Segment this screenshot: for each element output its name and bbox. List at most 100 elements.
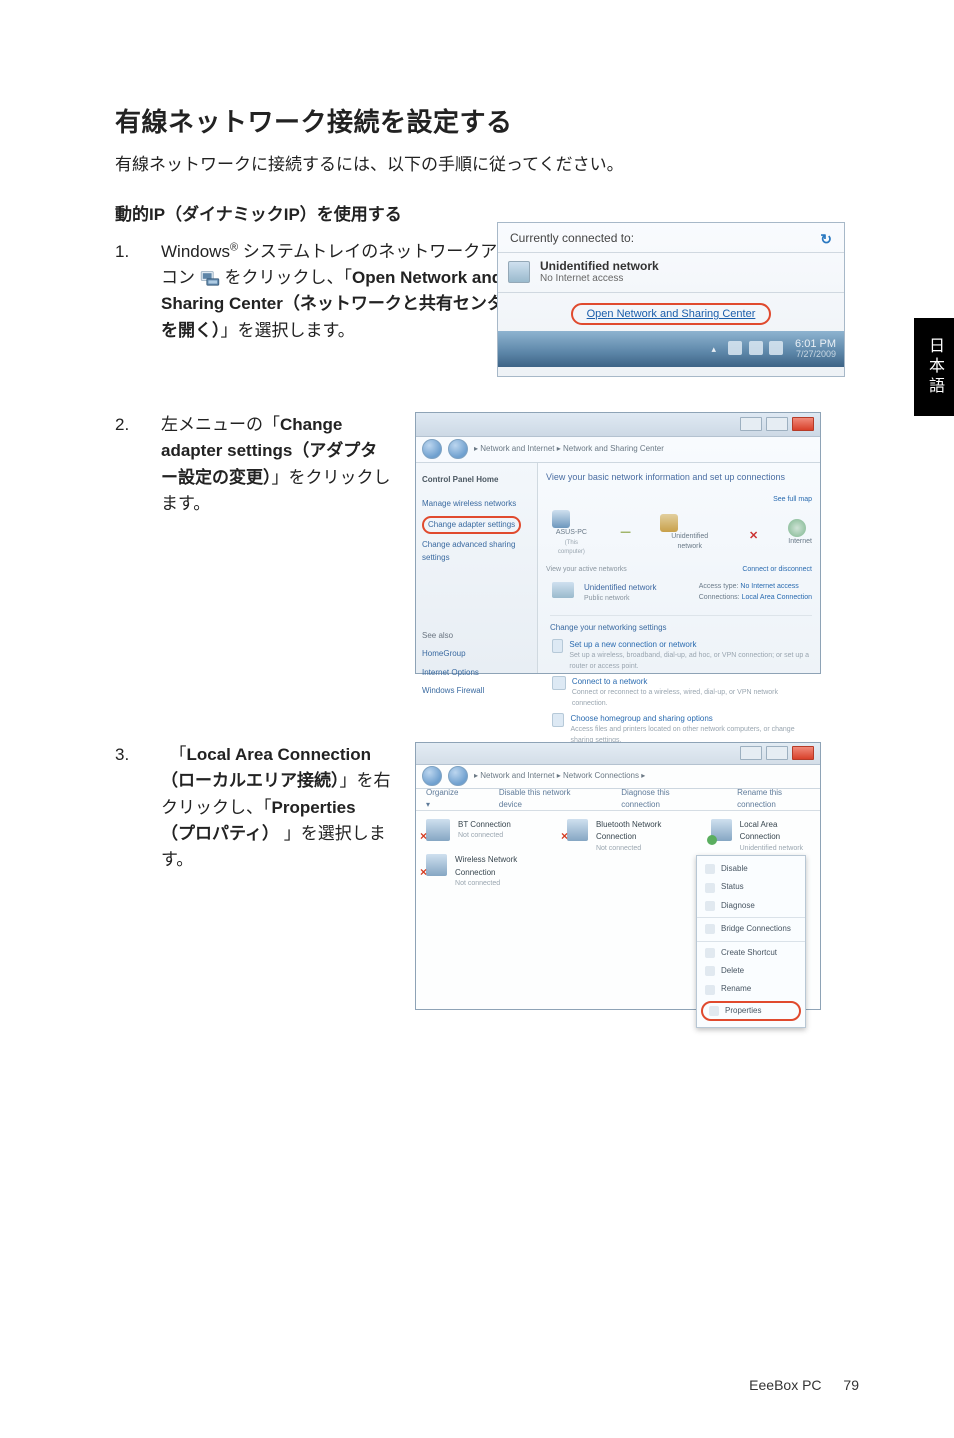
sidebar-advanced-sharing[interactable]: Change advanced sharing settings <box>422 536 531 567</box>
sidebar: Control Panel Home Manage wireless netwo… <box>416 463 538 673</box>
tray-flag-icon[interactable] <box>728 341 742 355</box>
nav-back-button[interactable] <box>422 766 442 786</box>
adapter-name: Local Area Connection <box>740 819 810 844</box>
minimize-button[interactable] <box>740 746 762 760</box>
menu-icon <box>705 901 715 911</box>
menu-diagnose[interactable]: Diagnose <box>697 897 805 915</box>
sidebar-windows-firewall[interactable]: Windows Firewall <box>422 682 531 700</box>
nav-forward-button[interactable] <box>448 439 468 459</box>
menu-disable[interactable]: Disable <box>697 860 805 878</box>
s1-post2: をクリックし、「 <box>220 268 352 287</box>
breadcrumb-3[interactable]: ▸ Network and Internet ▸ Network Connect… <box>474 770 814 782</box>
toolbar-disable[interactable]: Disable this network device <box>499 787 581 812</box>
disconnected-icon: ✕ <box>749 528 758 538</box>
menu-icon <box>705 948 715 958</box>
active-network-row: Unidentified network Public network Acce… <box>552 582 812 605</box>
sidebar-change-adapter[interactable]: Change adapter settings <box>428 520 515 529</box>
tray-clock[interactable]: 6:01 PM 7/27/2009 <box>795 338 836 360</box>
connection-bt-network[interactable]: Bluetooth Network ConnectionNot connecte… <box>567 819 691 855</box>
page-heading: 有線ネットワーク接続を設定する <box>115 105 859 140</box>
minimize-button[interactable] <box>740 417 762 431</box>
panel-title: View your basic network information and … <box>546 471 812 485</box>
s1-tail: 」を選択します。 <box>221 321 355 340</box>
task-desc: Connect or reconnect to a wireless, wire… <box>572 688 812 710</box>
sidebar-homegroup[interactable]: HomeGroup <box>422 645 531 663</box>
sidebar-manage-wireless[interactable]: Manage wireless networks <box>422 495 531 513</box>
adapter-status: Unidentified network <box>740 844 810 855</box>
network-subtext: No Internet access <box>540 273 659 284</box>
network-node-icon <box>660 514 678 532</box>
connections-area: BT ConnectionNot connected Wireless Netw… <box>416 811 820 898</box>
footer-page-number: 79 <box>843 1377 859 1393</box>
tray-chevron-icon[interactable]: ▴ <box>711 344 716 355</box>
menu-delete[interactable]: Delete <box>697 962 805 980</box>
subheading: 動的IP（ダイナミックIP）を使用する <box>115 200 859 225</box>
red-highlight-oval: Open Network and Sharing Center <box>571 303 772 325</box>
internet-icon <box>788 519 806 537</box>
step-3: 3. 「Local Area Connection（ローカルエリア接続）」を右ク… <box>115 742 859 1010</box>
nav-back-button[interactable] <box>422 439 442 459</box>
sidebar-see-also: See also <box>422 627 531 645</box>
network-name: Unidentified network <box>540 259 659 273</box>
connections-value[interactable]: Local Area Connection <box>742 594 812 601</box>
menu-status[interactable]: Status <box>697 878 805 896</box>
s3-pre: 「 <box>161 745 187 764</box>
registered-mark: ® <box>230 241 238 253</box>
window-titlebar <box>416 413 820 437</box>
connection-wireless[interactable]: Wireless Network ConnectionNot connected <box>426 854 547 890</box>
tray-volume-icon[interactable] <box>769 341 783 355</box>
task-setup-connection[interactable]: Set up a new connection or networkSet up… <box>552 639 812 673</box>
step-2-number: 2. <box>115 412 137 674</box>
adapter-name: Wireless Network Connection <box>455 854 547 879</box>
toolbar-organize[interactable]: Organize ▾ <box>426 787 459 812</box>
system-tray: ▴ 6:01 PM 7/27/2009 <box>498 331 844 367</box>
flyout-header: Currently connected to: ↻ <box>498 223 844 253</box>
step-1-number: 1. <box>115 239 137 344</box>
computer-icon <box>552 510 570 528</box>
computer-sublabel: (This computer) <box>552 539 591 558</box>
task-connect-network[interactable]: Connect to a networkConnect or reconnect… <box>552 676 812 710</box>
adapter-name: Bluetooth Network Connection <box>596 819 691 844</box>
flyout-network-row: Unidentified network No Internet access <box>498 253 844 293</box>
network-icon <box>508 261 530 283</box>
task-title: Choose homegroup and sharing options <box>570 713 812 725</box>
connection-local-area[interactable]: Local Area ConnectionUnidentified networ… <box>711 819 810 855</box>
main-panel: View your basic network information and … <box>538 463 820 673</box>
adapter-name: BT Connection <box>458 819 511 831</box>
tray-network-icon[interactable] <box>749 341 763 355</box>
maximize-button[interactable] <box>766 417 788 431</box>
open-network-sharing-link[interactable]: Open Network and Sharing Center <box>587 308 756 320</box>
tray-icons <box>726 341 785 357</box>
view-active-label: View your active networks <box>546 565 627 576</box>
sidebar-internet-options[interactable]: Internet Options <box>422 664 531 682</box>
network-map-row: ASUS-PC (This computer) ━━ Unidentified … <box>552 510 812 557</box>
menu-bridge[interactable]: Bridge Connections <box>697 917 805 938</box>
task-icon <box>552 713 564 727</box>
connect-disconnect-link[interactable]: Connect or disconnect <box>742 565 812 576</box>
sidebar-home[interactable]: Control Panel Home <box>422 471 531 489</box>
connection-bt[interactable]: BT ConnectionNot connected <box>426 819 547 842</box>
menu-properties[interactable]: Properties <box>701 1001 801 1021</box>
network-node-label: Unidentified network <box>660 532 719 554</box>
see-full-map-link[interactable]: See full map <box>773 496 812 503</box>
menu-shortcut[interactable]: Create Shortcut <box>697 941 805 962</box>
refresh-icon[interactable]: ↻ <box>820 231 832 248</box>
menu-rename[interactable]: Rename <box>697 980 805 998</box>
adapter-icon <box>426 854 447 876</box>
access-label: Access type: <box>699 583 739 590</box>
menu-icon <box>705 883 715 893</box>
task-desc: Set up a wireless, broadband, dial-up, a… <box>569 651 812 673</box>
close-button[interactable] <box>792 417 814 431</box>
maximize-button[interactable] <box>766 746 788 760</box>
screenshot-network-connections: ▸ Network and Internet ▸ Network Connect… <box>415 742 821 1010</box>
red-highlight-oval-2: Change adapter settings <box>422 516 521 534</box>
computer-label: ASUS-PC <box>552 528 591 539</box>
step-3-number: 3. <box>115 742 137 1010</box>
breadcrumb[interactable]: ▸ Network and Internet ▸ Network and Sha… <box>474 443 814 455</box>
toolbar-rename[interactable]: Rename this connection <box>737 787 810 812</box>
menu-icon <box>705 966 715 976</box>
task-title: Connect to a network <box>572 676 812 688</box>
close-button[interactable] <box>792 746 814 760</box>
nav-forward-button[interactable] <box>448 766 468 786</box>
toolbar-diagnose[interactable]: Diagnose this connection <box>621 787 697 812</box>
